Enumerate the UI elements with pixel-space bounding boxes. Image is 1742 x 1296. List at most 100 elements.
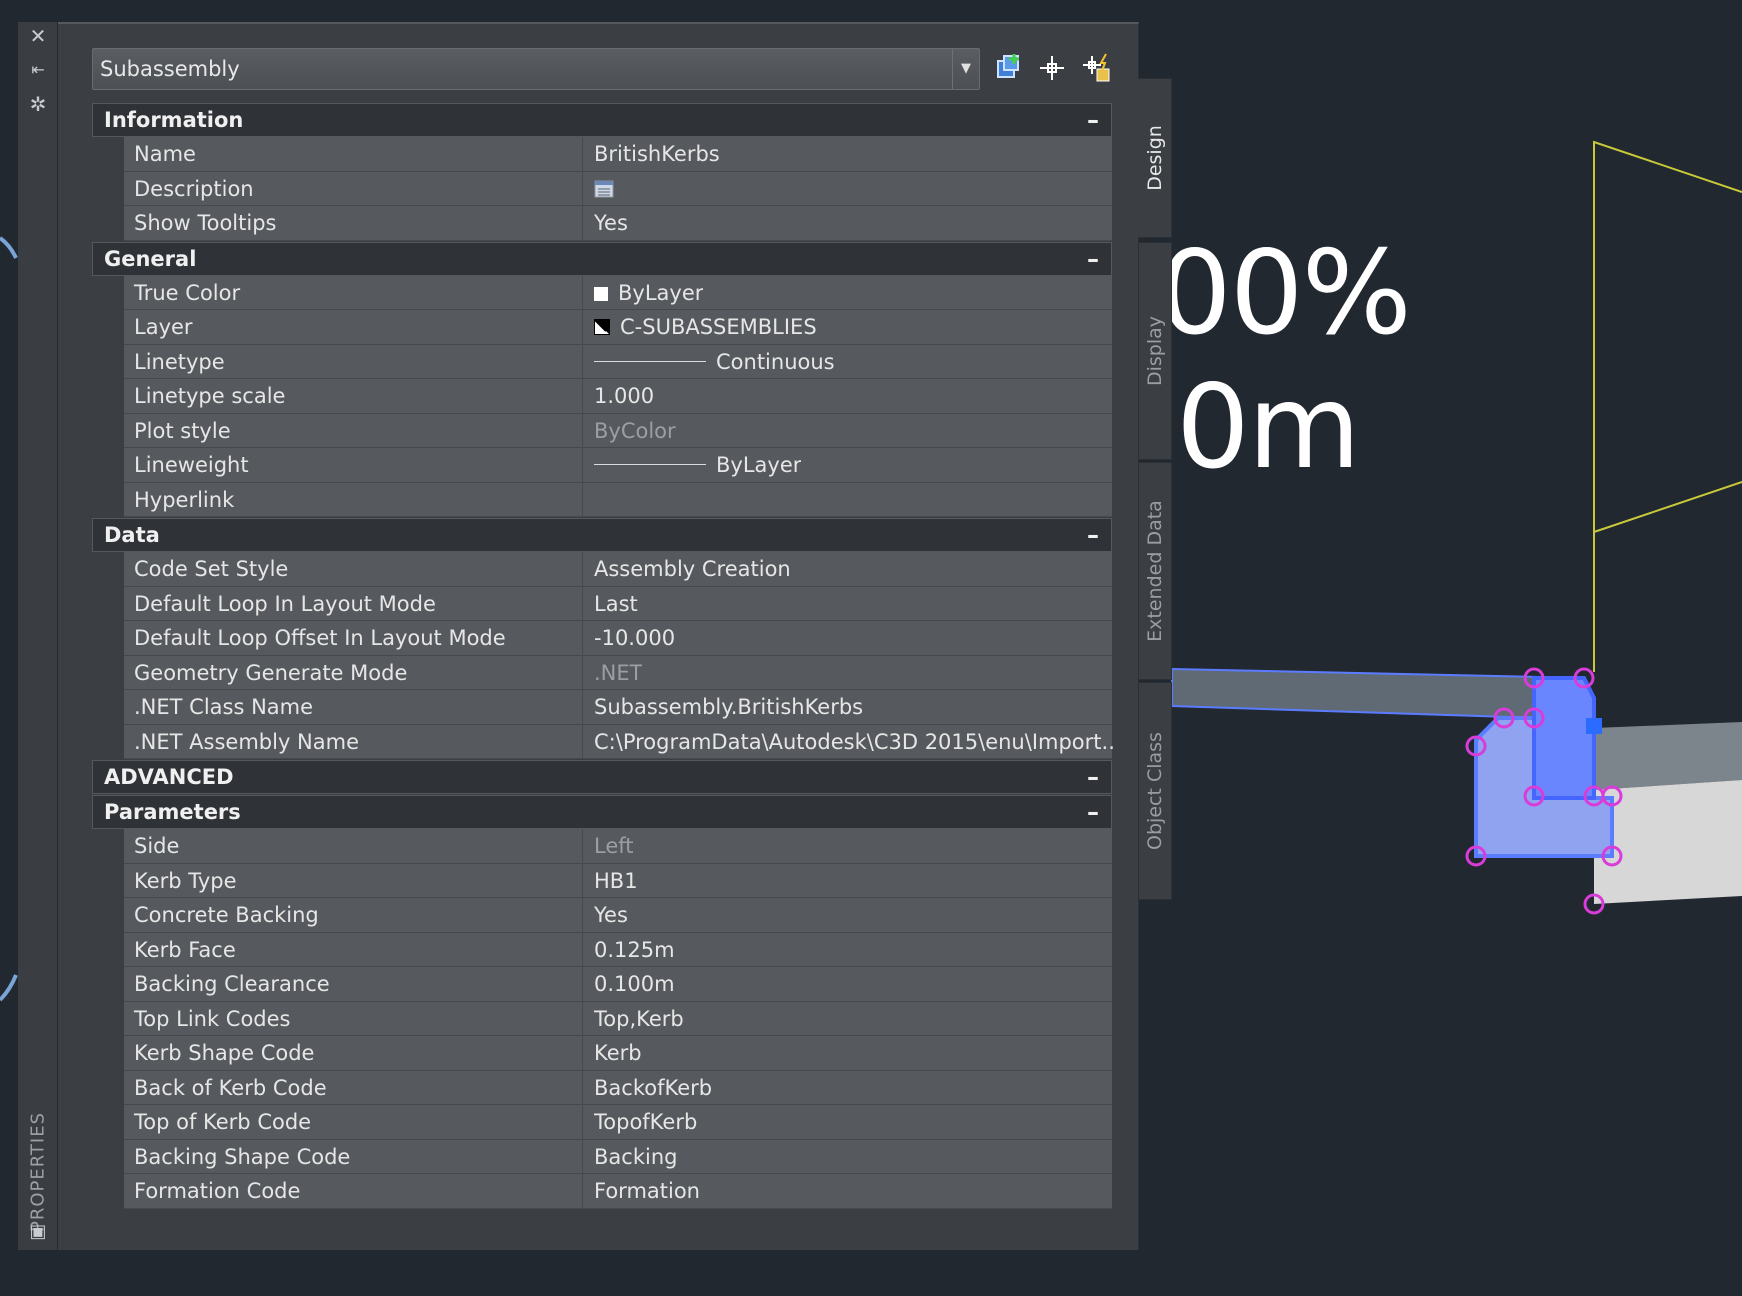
property-value[interactable]: Subassembly.BritishKerbs [594,695,863,719]
property-row-net-assembly-name[interactable]: .NET Assembly Name C:\ProgramData\Autodes… [124,724,1114,759]
property-value[interactable]: ByLayer [594,453,801,477]
property-label: Top Link Codes [134,1006,291,1031]
property-label: Description [134,176,254,201]
property-value[interactable] [594,177,614,201]
autohide-icon[interactable]: ⇤ [26,58,50,82]
property-row-formation-code[interactable]: Formation Code Formation [124,1174,1112,1209]
property-row-name[interactable]: Name BritishKerbs [124,137,1112,172]
collapse-toggle[interactable]: – [1087,245,1099,273]
collapse-toggle[interactable]: – [1087,798,1099,826]
category-general[interactable]: General – [92,241,1112,276]
collapse-toggle[interactable]: – [1087,521,1099,549]
palette-title-bar[interactable]: ✕ ⇤ ✲ PROPERTIES ▣ [18,22,58,1250]
property-row-concrete-backing[interactable]: Concrete Backing Yes [124,898,1112,933]
property-row-default-loop-offset[interactable]: Default Loop Offset In Layout Mode -10.00… [124,621,1112,656]
property-row-kerb-face[interactable]: Kerb Face 0.125m [124,932,1112,967]
category-rows-parameters: Side Left Kerb Type HB1 Concrete Backing Ye… [92,829,1112,1209]
property-value[interactable]: Assembly Creation [594,557,791,581]
property-row-description[interactable]: Description [124,171,1112,206]
property-value[interactable]: Backing [594,1145,677,1169]
property-row-show-tooltips[interactable]: Show Tooltips Yes [124,206,1112,241]
property-value: ByColor [594,418,676,443]
property-value[interactable]: C-SUBASSEMBLIES [594,315,817,339]
property-value[interactable]: -10.000 [594,626,675,650]
property-value[interactable]: BritishKerbs [594,142,720,166]
property-value[interactable]: HB1 [594,869,638,893]
tab-design[interactable]: Design [1138,78,1172,238]
collapse-toggle[interactable]: – [1087,763,1099,791]
property-grid: Information – Name BritishKerbs Descripti… [92,102,1114,1209]
property-label: Name [134,142,196,166]
object-type-dropdown[interactable]: Subassembly ▼ [92,48,980,90]
property-value[interactable]: Top,Kerb [594,1007,684,1031]
palette-icon[interactable]: ▣ [26,1220,50,1244]
property-value[interactable]: Last [594,592,638,616]
category-parameters[interactable]: Parameters – [92,795,1112,829]
category-title: Parameters [104,800,241,824]
property-label: .NET Class Name [134,695,314,719]
text-editor-icon[interactable] [594,180,614,198]
property-label: .NET Assembly Name [134,729,360,754]
property-row-plot-style[interactable]: Plot style ByColor [124,413,1112,448]
property-row-side[interactable]: Side Left [124,829,1112,864]
road-link [1594,722,1742,790]
guide-line [1593,140,1742,672]
property-value[interactable]: TopofKerb [594,1110,697,1134]
property-row-kerb-shape-code[interactable]: Kerb Shape Code Kerb [124,1036,1112,1071]
tab-object-class[interactable]: Object Class [1138,682,1172,900]
property-row-code-set-style[interactable]: Code Set Style Assembly Creation [124,552,1112,587]
toggle-pickadd-icon[interactable] [994,52,1026,84]
property-row-top-link-codes[interactable]: Top Link Codes Top,Kerb [124,1001,1112,1036]
property-value[interactable]: C:\ProgramData\Autodesk\C3D 2015\enu\Imp… [594,730,1114,754]
property-row-net-class-name[interactable]: .NET Class Name Subassembly.BritishKerbs [124,690,1112,725]
property-row-lineweight[interactable]: Lineweight ByLayer [124,448,1112,483]
property-row-top-of-kerb-code[interactable]: Top of Kerb Code TopofKerb [124,1105,1112,1140]
property-label: Lineweight [134,453,249,477]
property-value[interactable]: Yes [594,211,628,235]
property-row-back-of-kerb-code[interactable]: Back of Kerb Code BackofKerb [124,1070,1112,1105]
close-icon[interactable]: ✕ [26,24,50,48]
drawing-text-grade: 00% [1158,226,1412,361]
property-row-backing-clearance[interactable]: Backing Clearance 0.100m [124,967,1112,1002]
tab-extended-data[interactable]: Extended Data [1138,462,1172,680]
property-row-true-color[interactable]: True Color ByLayer [124,275,1112,310]
property-value[interactable]: Continuous [594,350,835,374]
property-value[interactable]: 0.100m [594,972,675,996]
select-objects-icon[interactable] [1036,52,1068,84]
collapse-toggle[interactable]: – [1087,106,1099,134]
property-value[interactable]: BackofKerb [594,1076,712,1100]
property-row-hyperlink[interactable]: Hyperlink [124,482,1112,517]
kerb-shape[interactable] [1532,676,1596,800]
settings-icon[interactable]: ✲ [26,92,50,116]
category-rows-general: True Color ByLayer Layer C-SUBASSEMBLIES L… [92,275,1112,517]
category-title: ADVANCED [104,765,234,789]
property-label: Concrete Backing [134,903,319,927]
property-row-backing-shape-code[interactable]: Backing Shape Code Backing [124,1139,1112,1174]
property-row-kerb-type[interactable]: Kerb Type HB1 [124,863,1112,898]
property-value[interactable]: ByLayer [594,281,703,305]
property-label: Default Loop In Layout Mode [134,591,436,616]
property-value[interactable]: 0.125m [594,938,675,962]
property-row-layer[interactable]: Layer C-SUBASSEMBLIES [124,310,1112,345]
tab-display[interactable]: Display [1138,242,1172,460]
property-value[interactable]: Yes [594,903,628,927]
category-data[interactable]: Data – [92,518,1112,552]
category-title: General [104,246,197,271]
property-row-linetype-scale[interactable]: Linetype scale 1.000 [124,379,1112,414]
quick-select-icon[interactable] [1080,52,1112,84]
category-information[interactable]: Information – [92,103,1112,137]
property-value[interactable]: Formation [594,1179,700,1203]
property-value: Left [594,834,634,858]
chevron-down-icon[interactable]: ▼ [952,49,979,89]
property-row-linetype[interactable]: Linetype Continuous [124,344,1112,379]
color-swatch-icon [594,286,608,301]
insertion-grip[interactable] [1586,718,1602,734]
category-advanced[interactable]: ADVANCED – [92,760,1112,794]
property-value[interactable]: Kerb [594,1041,642,1065]
property-value: .NET [594,660,643,685]
property-row-default-loop[interactable]: Default Loop In Layout Mode Last [124,586,1112,621]
property-row-geometry-generate-mode[interactable]: Geometry Generate Mode .NET [124,655,1112,690]
category-rows-data: Code Set Style Assembly Creation Default … [92,552,1114,759]
property-value[interactable]: 1.000 [594,384,654,408]
lineweight-sample [594,464,706,465]
